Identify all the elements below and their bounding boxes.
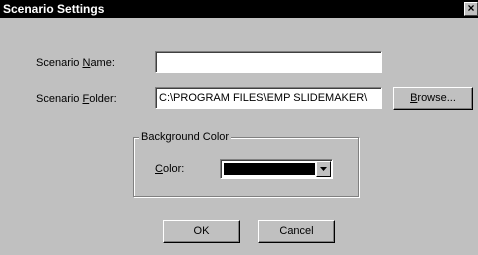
scenario-folder-label-post: older: bbox=[89, 93, 117, 105]
color-select[interactable] bbox=[220, 159, 333, 179]
scenario-name-input[interactable] bbox=[155, 51, 382, 73]
scenario-name-label-pre: Scenario bbox=[36, 57, 83, 69]
scenario-folder-label-pre: Scenario bbox=[36, 93, 83, 105]
chevron-down-icon bbox=[320, 167, 327, 171]
scenario-settings-dialog: Scenario Settings × Scenario Name: Scena… bbox=[0, 0, 478, 255]
scenario-folder-input[interactable]: C:\PROGRAM FILES\EMP SLIDEMAKER\ bbox=[155, 87, 382, 109]
browse-button[interactable]: Browse... bbox=[393, 87, 473, 110]
color-label-key: C bbox=[155, 163, 163, 175]
scenario-name-label: Scenario Name: bbox=[36, 57, 115, 70]
color-dropdown-button[interactable] bbox=[316, 161, 331, 177]
cancel-button[interactable]: Cancel bbox=[258, 220, 335, 243]
ok-button[interactable]: OK bbox=[163, 220, 240, 243]
close-button[interactable]: × bbox=[464, 2, 478, 16]
title-bar: Scenario Settings × bbox=[0, 0, 478, 18]
scenario-name-label-post: ame: bbox=[90, 57, 115, 69]
color-label-post: olor: bbox=[162, 163, 185, 175]
color-label: Color: bbox=[155, 163, 184, 176]
background-color-legend: Background Color bbox=[139, 131, 232, 144]
scenario-folder-label: Scenario Folder: bbox=[36, 93, 117, 106]
browse-label-post: rowse... bbox=[417, 92, 456, 104]
selected-color-swatch bbox=[224, 163, 315, 175]
window-title: Scenario Settings bbox=[3, 2, 105, 16]
close-icon: × bbox=[467, 1, 475, 15]
